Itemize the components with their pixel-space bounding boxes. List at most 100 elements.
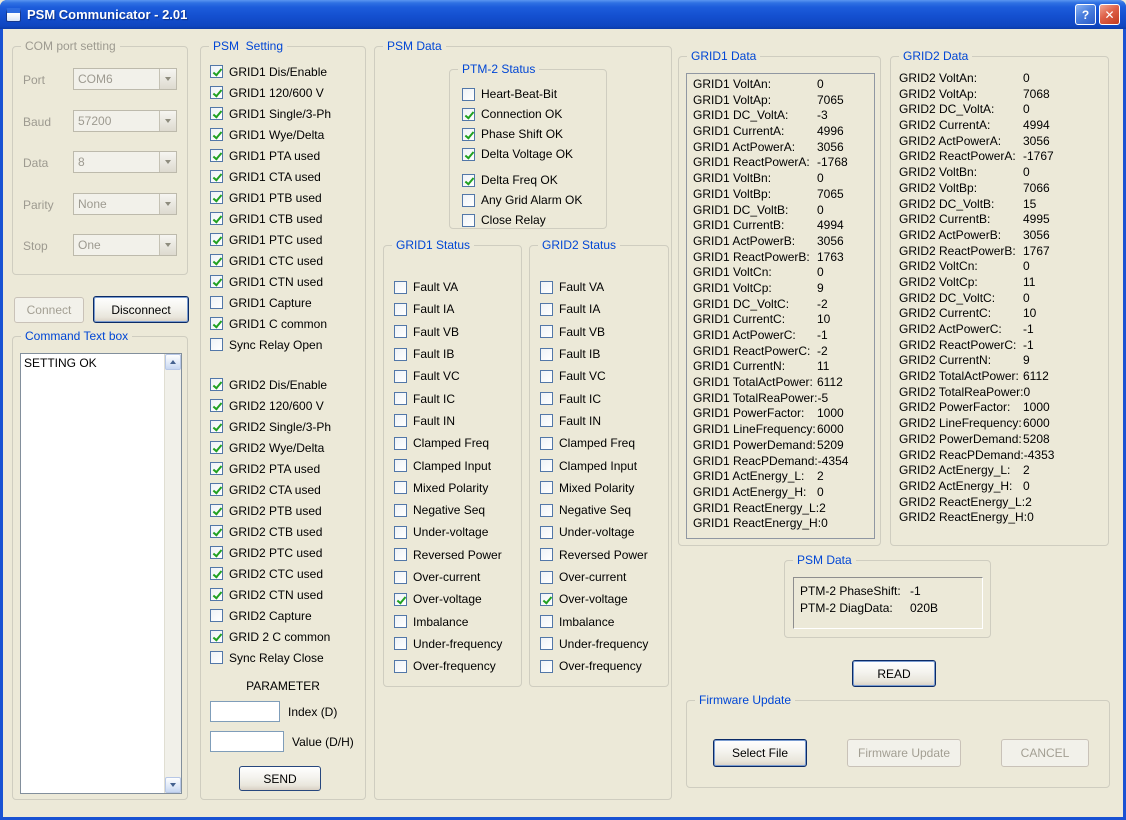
checkbox[interactable] [210,546,223,559]
checkbox-row[interactable]: Over-current [394,566,502,588]
checkbox[interactable] [210,651,223,664]
checkbox[interactable] [210,212,223,225]
checkbox-row[interactable]: Clamped Freq [540,432,648,454]
checkbox[interactable] [540,659,553,673]
checkbox[interactable] [210,338,223,351]
checkbox[interactable] [540,503,553,517]
disconnect-button[interactable]: Disconnect [93,296,189,323]
checkbox-row[interactable]: GRID 2 C common [210,626,331,647]
checkbox-row[interactable]: Delta Freq OK [462,170,582,190]
checkbox-row[interactable]: GRID2 CTN used [210,584,331,605]
checkbox-row[interactable]: Fault IB [540,343,648,365]
checkbox[interactable] [462,173,475,187]
checkbox-row[interactable]: Under-voltage [540,521,648,543]
checkbox-row[interactable]: Fault VB [540,321,648,343]
checkbox-row[interactable]: Over-voltage [540,588,648,610]
checkbox-row[interactable]: Over-frequency [540,655,648,677]
checkbox-row[interactable]: Clamped Freq [394,432,502,454]
checkbox[interactable] [210,275,223,288]
checkbox-row[interactable]: Fault IN [540,410,648,432]
checkbox[interactable] [394,414,407,428]
checkbox[interactable] [540,414,553,428]
checkbox-row[interactable]: GRID1 PTA used [210,145,331,166]
scroll-up-button[interactable] [165,354,181,370]
checkbox[interactable] [210,588,223,601]
checkbox[interactable] [540,592,553,606]
checkbox[interactable] [394,302,407,316]
com-setting-combobox[interactable]: None [73,192,177,215]
checkbox[interactable] [394,459,407,473]
checkbox-row[interactable]: Under-voltage [394,521,502,543]
checkbox-row[interactable]: Close Relay [462,210,582,230]
checkbox[interactable] [394,503,407,517]
checkbox-row[interactable]: Reversed Power [394,544,502,566]
checkbox-row[interactable]: GRID1 Single/3-Ph [210,103,331,124]
chevron-down-icon[interactable] [159,152,176,172]
checkbox[interactable] [462,127,475,141]
checkbox[interactable] [394,392,407,406]
checkbox-row[interactable]: GRID2 Wye/Delta [210,437,331,458]
checkbox-row[interactable]: GRID2 PTC used [210,542,331,563]
checkbox-row[interactable]: Negative Seq [540,499,648,521]
checkbox[interactable] [394,570,407,584]
checkbox-row[interactable]: Mixed Polarity [394,477,502,499]
checkbox[interactable] [394,615,407,629]
checkbox-row[interactable]: Fault IA [394,298,502,320]
checkbox-row[interactable]: Phase Shift OK [462,124,582,144]
checkbox-row[interactable]: Imbalance [540,610,648,632]
vertical-scrollbar[interactable] [164,354,181,793]
checkbox[interactable] [394,325,407,339]
checkbox[interactable] [540,481,553,495]
chevron-down-icon[interactable] [159,235,176,255]
checkbox[interactable] [210,86,223,99]
checkbox[interactable] [540,392,553,406]
checkbox-row[interactable]: GRID1 PTB used [210,187,331,208]
checkbox[interactable] [394,280,407,294]
read-button[interactable]: READ [852,660,936,687]
checkbox-row[interactable]: GRID2 CTC used [210,563,331,584]
scroll-down-button[interactable] [165,777,181,793]
checkbox[interactable] [540,525,553,539]
checkbox[interactable] [394,659,407,673]
checkbox-row[interactable]: Fault IC [540,387,648,409]
checkbox[interactable] [210,378,223,391]
checkbox-row[interactable]: Under-frequency [394,633,502,655]
checkbox-row[interactable]: GRID2 CTB used [210,521,331,542]
value-input[interactable] [210,731,284,752]
checkbox[interactable] [394,369,407,383]
checkbox[interactable] [462,107,475,121]
close-button[interactable]: ✕ [1099,4,1120,25]
checkbox-row[interactable]: GRID2 Single/3-Ph [210,416,331,437]
checkbox-row[interactable]: GRID1 CTA used [210,166,331,187]
checkbox[interactable] [540,280,553,294]
checkbox-row[interactable]: GRID1 CTN used [210,271,331,292]
checkbox[interactable] [394,481,407,495]
checkbox-row[interactable]: GRID1 C common [210,313,331,334]
checkbox[interactable] [540,548,553,562]
checkbox[interactable] [462,147,475,161]
checkbox[interactable] [210,462,223,475]
checkbox-row[interactable]: Over-voltage [394,588,502,610]
checkbox[interactable] [210,525,223,538]
checkbox[interactable] [462,213,475,227]
checkbox[interactable] [210,107,223,120]
checkbox-row[interactable]: Sync Relay Close [210,647,331,668]
checkbox[interactable] [210,128,223,141]
checkbox-row[interactable]: Fault IN [394,410,502,432]
checkbox-row[interactable]: Any Grid Alarm OK [462,190,582,210]
checkbox-row[interactable]: GRID1 Dis/Enable [210,61,331,82]
checkbox-row[interactable]: Over-frequency [394,655,502,677]
checkbox-row[interactable]: GRID1 PTC used [210,229,331,250]
send-button[interactable]: SEND [239,766,321,791]
cancel-button[interactable]: CANCEL [1001,739,1089,767]
firmware-update-button[interactable]: Firmware Update [847,739,961,767]
checkbox[interactable] [210,254,223,267]
checkbox[interactable] [210,65,223,78]
com-setting-combobox[interactable]: COM6 [73,68,177,90]
checkbox[interactable] [394,436,407,450]
checkbox[interactable] [394,347,407,361]
checkbox-row[interactable]: Fault IB [394,343,502,365]
checkbox[interactable] [210,609,223,622]
com-setting-combobox[interactable]: One [73,234,177,256]
checkbox[interactable] [540,459,553,473]
